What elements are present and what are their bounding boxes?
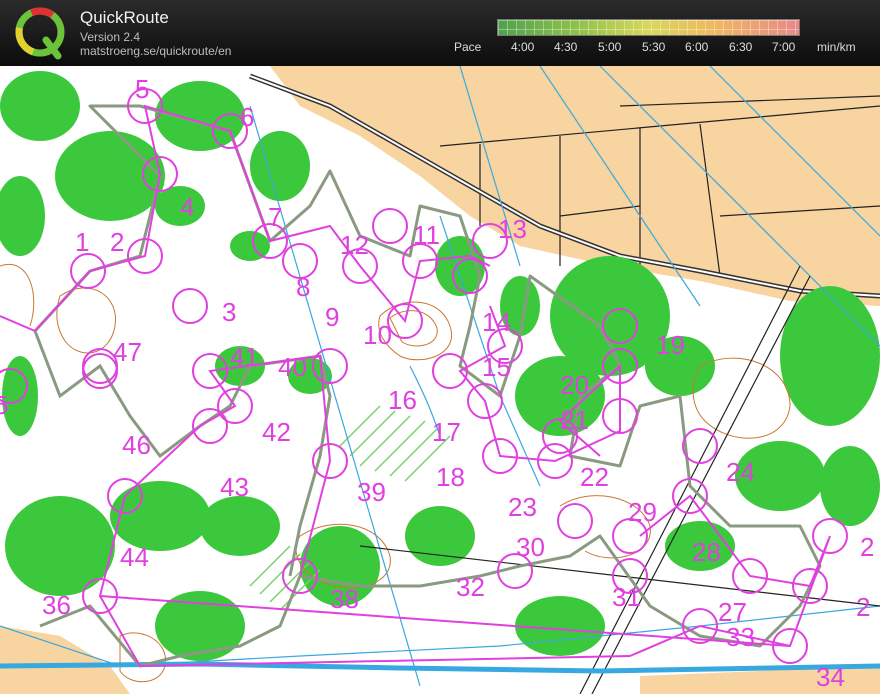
control-label: 11 <box>413 220 440 250</box>
control-label: 30 <box>516 532 545 562</box>
control-label: 6 <box>240 102 254 132</box>
control-label: 40 <box>278 352 307 382</box>
control-label: 31 <box>612 582 641 612</box>
control-label: 23 <box>508 492 537 522</box>
control-label: 1 <box>75 227 89 257</box>
control-label: 8 <box>296 272 310 302</box>
control-label: 7 <box>268 202 282 232</box>
control-label: 20 <box>560 370 589 400</box>
pace-tick: 5:30 <box>642 40 666 54</box>
control-label: 24 <box>726 457 755 487</box>
control-label: 14 <box>482 307 511 337</box>
control-label: 22 <box>580 462 609 492</box>
pace-color-scale <box>497 19 800 36</box>
control-label: 46 <box>122 430 151 460</box>
control-label: 5 <box>135 74 149 104</box>
control-label: 17 <box>432 417 461 447</box>
control-label: 32 <box>456 572 485 602</box>
quickroute-logo-icon <box>15 7 65 60</box>
control-label: 29 <box>628 497 657 527</box>
pace-label: Pace <box>454 40 482 54</box>
control-label: 2 <box>860 532 874 562</box>
pace-tick: 5:00 <box>598 40 622 54</box>
control-label: 10 <box>363 320 392 350</box>
control-label: 43 <box>220 472 249 502</box>
control-label: 41 <box>230 342 259 372</box>
control-label: 9 <box>325 302 339 332</box>
control-label: 47 <box>113 337 142 367</box>
control-label: 42 <box>262 417 291 447</box>
control-label: 44 <box>120 542 149 572</box>
app-title: QuickRoute <box>80 8 169 27</box>
control-label: 15 <box>482 352 511 382</box>
control-label: 4 <box>180 192 194 222</box>
control-label: 34 <box>816 662 845 692</box>
control-label: 2 <box>110 227 124 257</box>
app-header: QuickRoute Version 2.4 matstroeng.se/qui… <box>0 0 880 66</box>
pace-tick: 6:30 <box>729 40 753 54</box>
control-label: 36 <box>42 590 71 620</box>
pace-tick: 7:00 <box>772 40 796 54</box>
pace-tick: 4:30 <box>554 40 578 54</box>
control-label: 16 <box>388 385 417 415</box>
app-version: Version 2.4 <box>80 30 141 44</box>
pace-tick: 6:00 <box>685 40 709 54</box>
control-label: 19 <box>656 330 685 360</box>
control-label: 38 <box>330 584 359 614</box>
pace-tick: 4:00 <box>511 40 535 54</box>
control-label: 5 <box>0 390 8 420</box>
control-label: 2 <box>856 592 870 622</box>
control-label: 3 <box>222 297 236 327</box>
app-url[interactable]: matstroeng.se/quickroute/en <box>80 44 231 58</box>
control-label: 28 <box>692 537 721 567</box>
control-label: 18 <box>436 462 465 492</box>
pace-unit: min/km <box>817 40 856 54</box>
control-label: 12 <box>340 230 369 260</box>
control-label: 13 <box>498 214 527 244</box>
control-label: 39 <box>357 477 386 507</box>
control-label: 33 <box>726 622 755 652</box>
orienteering-map[interactable]: 1 234567891011121314151617181920212223242… <box>0 66 880 694</box>
